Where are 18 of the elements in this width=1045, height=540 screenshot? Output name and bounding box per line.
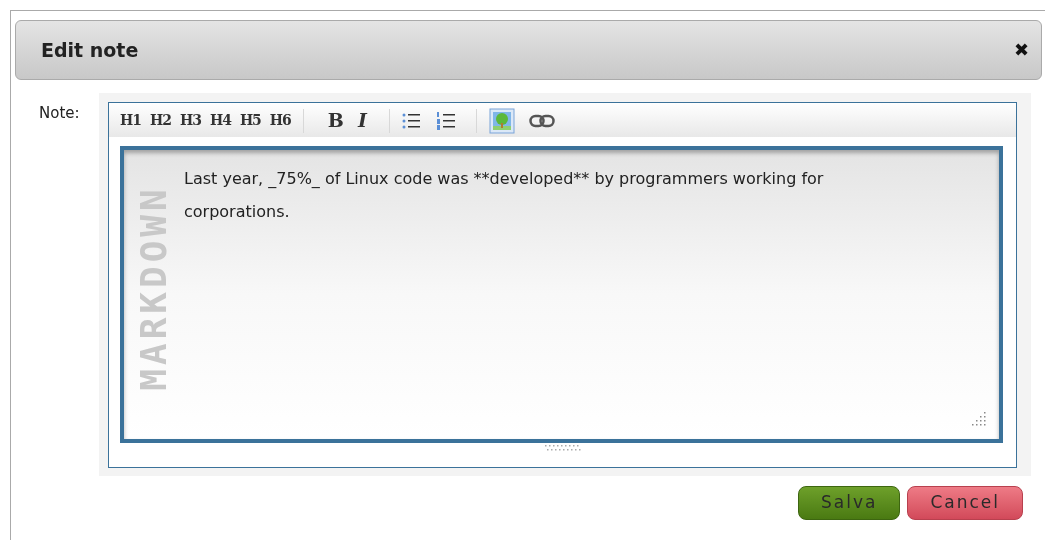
heading-button[interactable]: H5 (239, 110, 261, 131)
bold-button[interactable]: B (327, 106, 344, 135)
heading-button[interactable]: H6 (269, 110, 291, 131)
italic-button[interactable]: I (357, 106, 367, 135)
numbered-list-icon[interactable] (435, 110, 456, 131)
cancel-button[interactable]: Cancel (907, 486, 1023, 520)
field-label: Note: (39, 103, 81, 124)
heading-button[interactable]: H3 (179, 110, 201, 131)
note-text: Last year, _75%_ of Linux code was **developed** by programmers working for corporations. (184, 168, 825, 223)
dialog-title: Edit note (41, 37, 139, 63)
resize-grip-icon[interactable] (969, 409, 987, 427)
close-button[interactable]: ✖ (1013, 41, 1029, 59)
drag-handle-icon[interactable] (544, 444, 581, 452)
save-button[interactable]: Salva (798, 486, 901, 520)
heading-button[interactable]: H2 (149, 110, 171, 131)
heading-button[interactable]: H1 (120, 110, 141, 131)
heading-button[interactable]: H4 (209, 110, 231, 131)
link-icon[interactable] (528, 112, 555, 129)
